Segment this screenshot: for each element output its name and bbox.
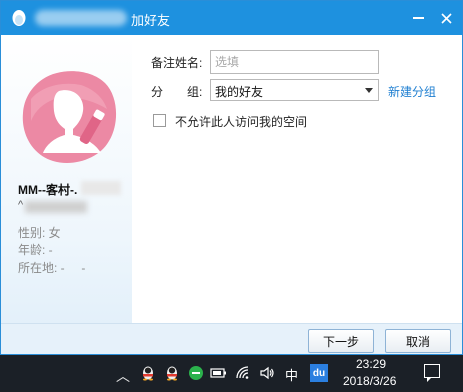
input-method-indicator[interactable]: 中 [285, 365, 298, 384]
title-bar[interactable]: 加好友 [1, 1, 462, 35]
blurred-account-name [35, 10, 127, 26]
add-friend-dialog: 加好友 MM--客村-. ^ 性别: 女 年龄: - 所在地: - - 备注姓名… [0, 0, 463, 355]
chevron-down-icon [365, 88, 373, 93]
wifi-icon[interactable] [235, 364, 253, 382]
clock-time[interactable]: 23:29 [356, 357, 386, 371]
avatar[interactable] [21, 69, 119, 165]
blurred-nickname-tail [81, 181, 121, 195]
close-button[interactable] [433, 5, 459, 31]
minimize-button[interactable] [405, 5, 431, 31]
notification-center-icon[interactable] [424, 364, 440, 382]
dialog-footer: 下一步 取消 [1, 323, 462, 354]
block-space-label[interactable]: 不允许此人访问我的空间 [175, 113, 307, 130]
minimize-icon [412, 17, 424, 19]
baidu-input-icon[interactable]: du [310, 364, 328, 382]
next-button[interactable]: 下一步 [308, 329, 374, 353]
group-label-left: 分 [151, 85, 164, 99]
block-space-checkbox[interactable] [153, 114, 166, 127]
battery-icon[interactable] [210, 364, 228, 382]
account-number: ^ [18, 199, 24, 211]
location-info: 所在地: - - [18, 261, 86, 275]
window-title: 加好友 [131, 13, 171, 28]
taskbar: ︿ 中 du 23:29 2018/3/26 [0, 355, 463, 392]
volume-icon[interactable] [258, 364, 276, 382]
remark-label: 备注姓名: [151, 56, 203, 70]
chevron-up-icon[interactable]: ︿ [116, 366, 130, 386]
new-group-link[interactable]: 新建分组 [388, 83, 436, 100]
group-select[interactable]: 我的好友 [210, 79, 379, 101]
close-icon [440, 12, 452, 24]
green-app-icon[interactable] [187, 364, 205, 382]
blurred-account-number [25, 201, 87, 213]
age-info: 年龄: - [18, 243, 53, 257]
qq-tray-icon[interactable] [139, 364, 157, 382]
clock-date[interactable]: 2018/3/26 [343, 374, 396, 388]
remark-name-input[interactable] [210, 50, 379, 74]
qq-tray-icon-2[interactable] [163, 364, 181, 382]
cancel-button[interactable]: 取消 [385, 329, 451, 353]
qq-penguin-icon [12, 10, 26, 26]
group-select-value: 我的好友 [215, 85, 264, 99]
nickname: MM--客村-. [18, 183, 78, 197]
gender-info: 性别: 女 [18, 226, 61, 240]
profile-panel: MM--客村-. ^ 性别: 女 年龄: - 所在地: - - [1, 35, 132, 323]
group-label-right: 组: [187, 85, 203, 99]
